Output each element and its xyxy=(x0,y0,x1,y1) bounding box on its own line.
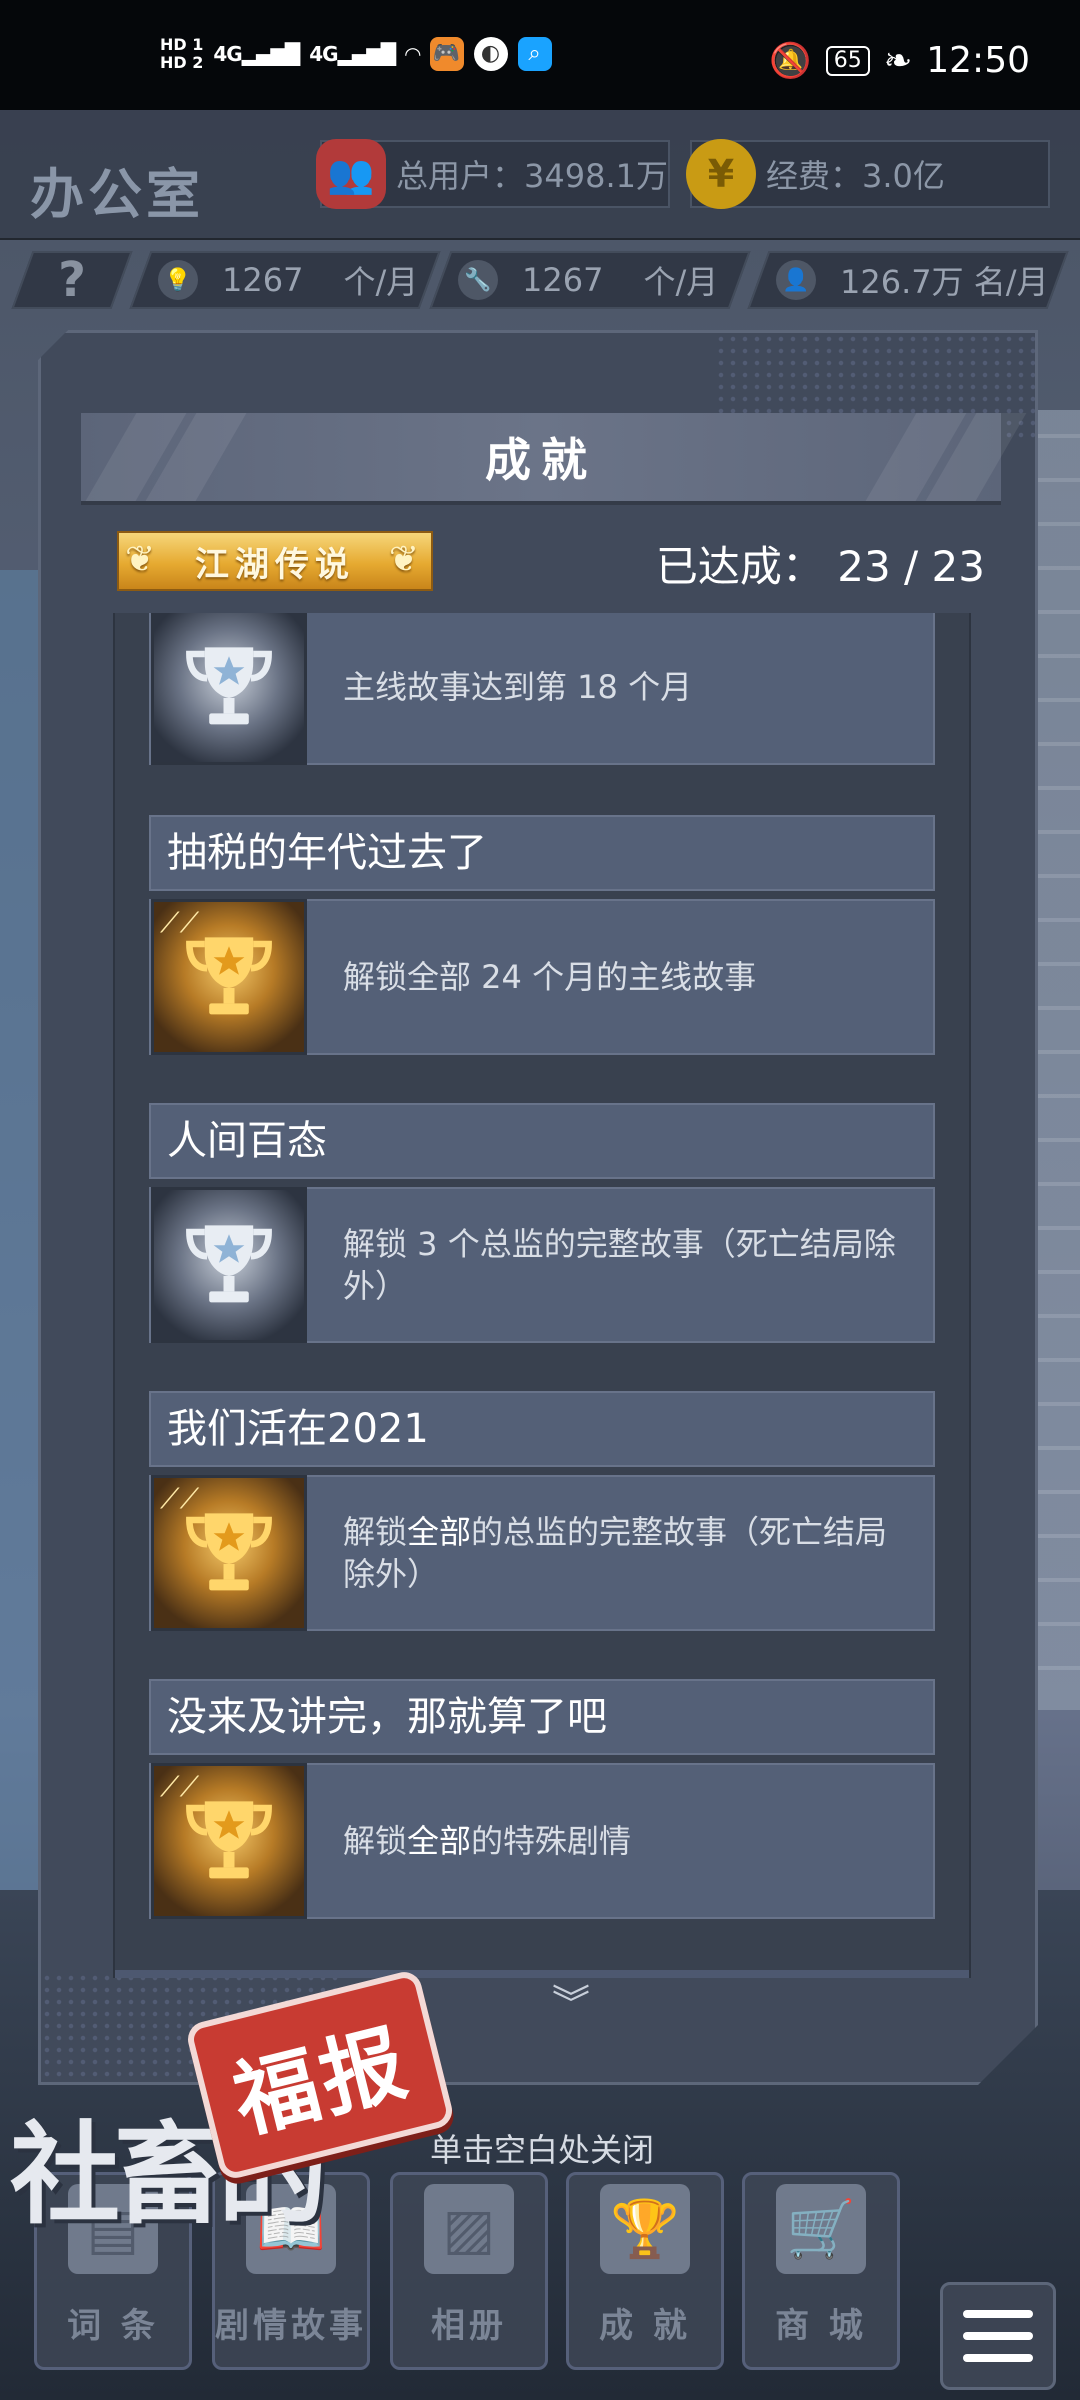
achievement-item: 我们活在2021 ⟋⟋ 解锁全部的总监的完整故事（死亡结局除外） xyxy=(149,1391,935,1631)
panel-title: 成就 xyxy=(485,433,597,487)
gold-trophy-icon: ⟋⟋ xyxy=(151,1763,307,1919)
silver-trophy-icon xyxy=(151,1187,307,1343)
yen-coin-icon: ¥ xyxy=(686,139,756,209)
achievement-desc: 解锁全部的特殊剧情 xyxy=(307,1820,661,1862)
sparkle-icon: ⟋⟋ xyxy=(160,906,200,939)
achievement-body: ⟋⟋ 解锁全部的总监的完整故事（死亡结局除外） xyxy=(149,1475,935,1631)
mute-bell-icon: 🔕 xyxy=(769,40,812,81)
status-right: 🔕 65 ❧ 12:50 xyxy=(769,40,1030,81)
achievement-body: ⟋⟋ 解锁全部 24 个月的主线故事 xyxy=(149,899,935,1055)
sparkle-icon: ⟋⟋ xyxy=(160,1770,200,1803)
signal-icon-2: 4G▂▄▆█ xyxy=(309,42,396,66)
achievement-desc: 解锁 3 个总监的完整故事（死亡结局除外） xyxy=(343,1225,896,1305)
ball-app-icon: ◐ xyxy=(473,37,508,71)
resource-ideas-value: 1267 xyxy=(222,261,304,299)
desc-pre: 解锁 xyxy=(343,1513,408,1551)
achievement-title: 没来及讲完，那就算了吧 xyxy=(149,1679,935,1755)
users-icon: 👥 xyxy=(316,139,386,209)
search-app-icon: ⌕ xyxy=(517,37,552,71)
achievement-item: 主线故事达到第 18 个月 xyxy=(149,613,935,765)
logo-stamp: 福报 xyxy=(184,1968,456,2182)
achievement-progress: 已达成： 23 / 23 xyxy=(655,542,985,591)
office-title: 办公室 xyxy=(30,163,204,226)
resource-staff-value: 126.7万 名/月 xyxy=(840,263,1049,301)
laurel-right-icon: ❦ xyxy=(388,539,425,580)
resource-bar: ? 💡 1267 个/月 🔧 1267 个/月 👤 126.7万 名/月 xyxy=(0,245,1080,315)
sparkle-icon: ⟋⟋ xyxy=(160,1482,200,1515)
nav-achievement[interactable]: 🏆 成 就 xyxy=(566,2172,724,2370)
achievement-desc: 主线故事达到第 18 个月 xyxy=(343,668,693,706)
achievement-title: 我们活在2021 xyxy=(149,1391,935,1467)
person-icon: 👤 xyxy=(776,260,816,300)
resource-ideas-unit: 个/月 xyxy=(343,263,419,301)
top-hud: 办公室 👥 总用户：3498.1万 ¥ 经费：3.0亿 xyxy=(0,110,1080,240)
achievement-body: 主线故事达到第 18 个月 xyxy=(149,613,935,765)
desc-highlight: 全部 xyxy=(407,1513,472,1551)
wrench-icon: 🔧 xyxy=(458,260,498,300)
game-logo: 社畜的 福报 xyxy=(0,1968,470,2239)
resource-ideas: 💡 1267 个/月 xyxy=(129,251,441,309)
laurel-left-icon: ❦ xyxy=(125,539,162,580)
signal-icon-1: 4G▂▄▆█ xyxy=(213,42,300,66)
trophy-icon: 🏆 xyxy=(600,2184,690,2274)
clock: 12:50 xyxy=(926,40,1030,81)
nav-label: 商 城 xyxy=(775,2306,867,2346)
scroll-down-chevron-icon[interactable]: ︾ xyxy=(541,1973,601,2028)
sim-indicators: HD 1 HD 2 xyxy=(160,36,203,72)
nav-label: 成 就 xyxy=(599,2306,691,2346)
rank-badge: ❦ 江湖传说 ❦ xyxy=(117,531,433,591)
menu-button[interactable] xyxy=(940,2282,1056,2390)
achievement-desc: 解锁全部 24 个月的主线故事 xyxy=(343,958,757,996)
shopping-cart-icon: 🛒 xyxy=(776,2184,866,2274)
status-bar: HD 1 HD 2 4G▂▄▆█ 4G▂▄▆█ ◠ 🎮 ◐ ⌕ 🔕 65 ❧ 1… xyxy=(0,0,1080,110)
total-users-label: 总用户：3498.1万 xyxy=(396,157,668,195)
help-button[interactable]: ? xyxy=(11,251,133,309)
gold-trophy-icon: ⟋⟋ xyxy=(151,899,307,1055)
achievement-title: 抽税的年代过去了 xyxy=(149,815,935,891)
silver-trophy-icon xyxy=(151,613,307,765)
nav-shop[interactable]: 🛒 商 城 xyxy=(742,2172,900,2370)
achievement-item: 抽税的年代过去了 ⟋⟋ 解锁全部 24 个月的主线故事 xyxy=(149,815,935,1055)
lightbulb-icon: 💡 xyxy=(158,260,198,300)
question-icon: ? xyxy=(58,252,86,308)
net1-label: 4G xyxy=(213,42,242,66)
leaf-icon: ❧ xyxy=(883,40,913,81)
status-left: HD 1 HD 2 4G▂▄▆█ 4G▂▄▆█ ◠ 🎮 ◐ ⌕ xyxy=(160,36,552,72)
hd2-label: HD 2 xyxy=(160,53,204,72)
battery-icon: 65 xyxy=(825,45,870,76)
rank-label: 江湖传说 xyxy=(195,544,355,585)
desc-highlight: 全部 xyxy=(407,1822,472,1860)
menu-line-icon xyxy=(963,2310,1033,2318)
total-users-stat: 👥 总用户：3498.1万 xyxy=(316,139,670,209)
nav-label: 词 条 xyxy=(67,2306,159,2346)
desc-pre: 解锁 xyxy=(343,1822,408,1860)
achievement-body: ⟋⟋ 解锁全部的特殊剧情 xyxy=(149,1763,935,1919)
nav-label: 相册 xyxy=(431,2306,507,2346)
nav-label: 剧情故事 xyxy=(215,2306,367,2346)
menu-line-icon xyxy=(963,2354,1033,2362)
resource-tools-value: 1267 xyxy=(522,261,604,299)
achievement-title: 人间百态 xyxy=(149,1103,935,1179)
achievement-item: 没来及讲完，那就算了吧 ⟋⟋ 解锁全部的特殊剧情 xyxy=(149,1679,935,1919)
wifi-icon: ◠ xyxy=(405,42,420,66)
desc-post: 的特殊剧情 xyxy=(471,1822,632,1860)
resource-tools: 🔧 1267 个/月 xyxy=(429,251,751,309)
funds-label: 经费：3.0亿 xyxy=(766,157,945,195)
funds-stat: ¥ 经费：3.0亿 xyxy=(686,139,1050,209)
panel-header: 成就 xyxy=(81,413,1001,505)
gold-trophy-icon: ⟋⟋ xyxy=(151,1475,307,1631)
menu-line-icon xyxy=(963,2332,1033,2340)
achievement-body: 解锁 3 个总监的完整故事（死亡结局除外） xyxy=(149,1187,935,1343)
game-app-icon: 🎮 xyxy=(429,37,464,71)
achievement-list[interactable]: 主线故事达到第 18 个月 抽税的年代过去了 ⟋⟋ 解锁全部 24 个月的主线故… xyxy=(113,613,971,1978)
hd1-label: HD 1 xyxy=(160,35,204,54)
achievement-panel: 成就 ❦ 江湖传说 ❦ 已达成： 23 / 23 主线故事达到第 18 个月 抽… xyxy=(38,330,1038,2085)
achievement-item: 人间百态 解锁 3 个总监的完整故事（死亡结局除外） xyxy=(149,1103,935,1343)
achievement-desc: 解锁全部的总监的完整故事（死亡结局除外） xyxy=(307,1511,933,1595)
net2-label: 4G xyxy=(309,42,338,66)
resource-staff: 👤 126.7万 名/月 xyxy=(747,251,1069,309)
resource-tools-unit: 个/月 xyxy=(643,263,719,301)
